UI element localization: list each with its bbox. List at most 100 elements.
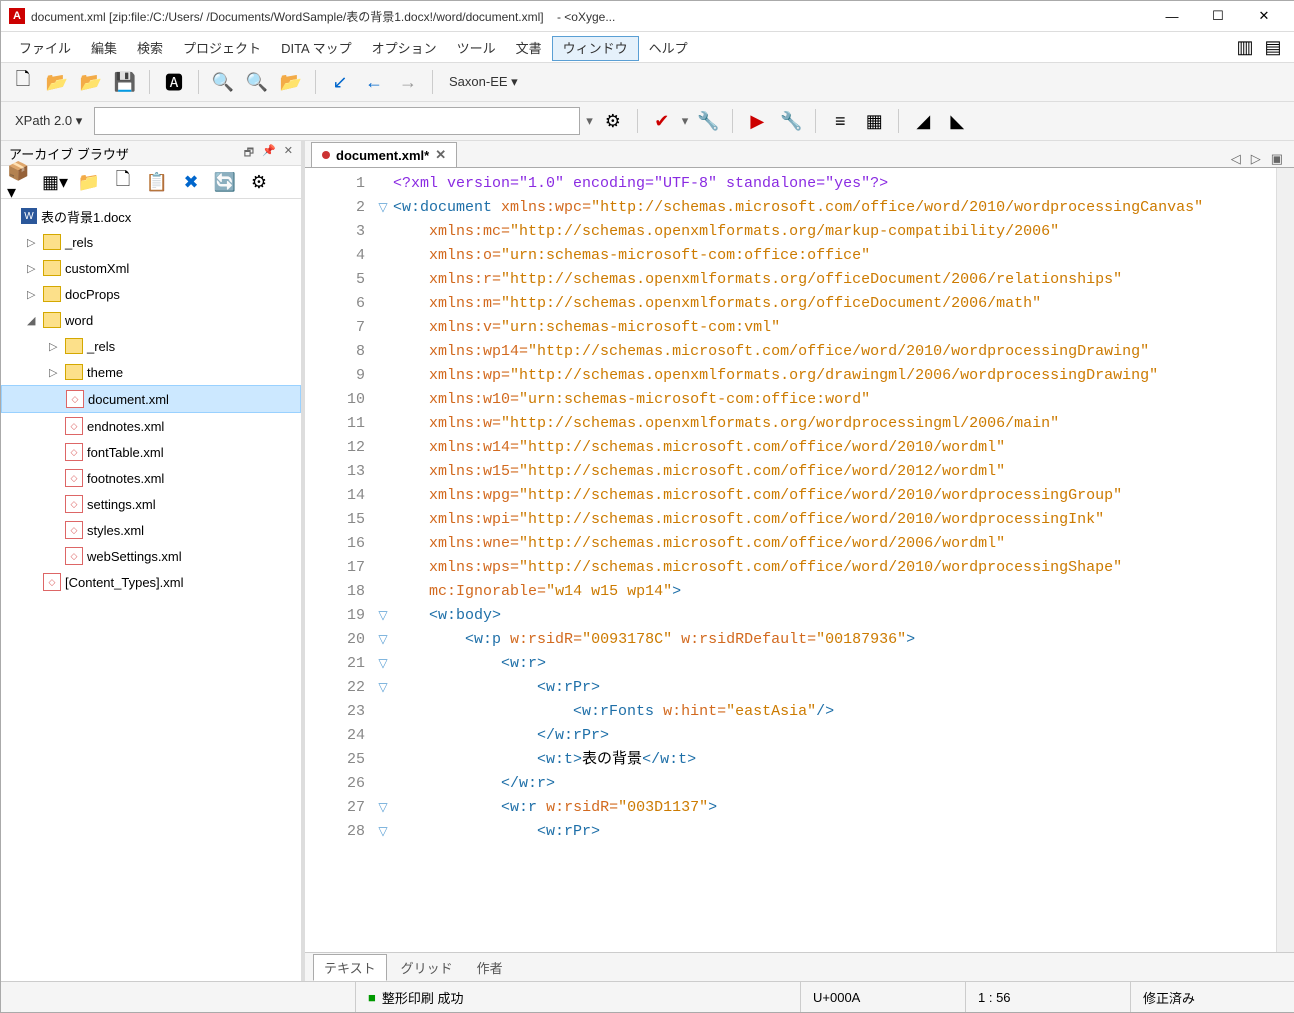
tree-item[interactable]: ◇footnotes.xml xyxy=(1,465,301,491)
editor-tabs: document.xml* ✕ ◁ ▷ ▣ xyxy=(305,141,1294,168)
menubar: ファイル編集検索プロジェクトDITA マップオプションツール文書ウィンドウヘルプ… xyxy=(1,32,1294,63)
new-folder-icon[interactable]: 📁 xyxy=(75,168,103,196)
format-icon[interactable]: ▦ xyxy=(860,107,888,135)
folder-icon xyxy=(43,312,61,328)
tree-item[interactable]: ◇styles.xml xyxy=(1,517,301,543)
validate-icon[interactable]: 🅰 xyxy=(160,68,188,96)
search-icon[interactable]: 🔍 xyxy=(209,68,237,96)
tree-item[interactable]: ◇settings.xml xyxy=(1,491,301,517)
menu-ウィンドウ[interactable]: ウィンドウ xyxy=(552,36,639,61)
content-area: アーカイブ ブラウザ 🗗 📌 ✕ 📦▾ ▦▾ 📁 🗋 📋 ✖ 🔄 ⚙ W表の背景… xyxy=(1,141,1294,981)
menu-オプション[interactable]: オプション xyxy=(362,37,447,60)
app-window: A document.xml [zip:file:/C:/Users/ /Doc… xyxy=(0,0,1294,1013)
open-folder-icon[interactable]: 📂 xyxy=(277,68,305,96)
new-file-icon[interactable]: 🗋 xyxy=(9,68,37,96)
menu-ツール[interactable]: ツール xyxy=(447,37,506,60)
xml-file-icon: ◇ xyxy=(65,495,83,513)
new-entry-icon[interactable]: 🗋 xyxy=(109,168,137,196)
menu-ファイル[interactable]: ファイル xyxy=(9,37,81,60)
window-title: document.xml [zip:file:/C:/Users/ /Docum… xyxy=(31,8,1149,25)
menu-文書[interactable]: 文書 xyxy=(506,37,552,60)
tree-item[interactable]: ▷customXml xyxy=(1,255,301,281)
minimize-button[interactable]: — xyxy=(1149,1,1195,31)
line-gutter: 1234567891011121314151617181920212223242… xyxy=(305,168,373,952)
close-button[interactable]: ✕ xyxy=(1241,1,1287,31)
xpath-input[interactable] xyxy=(94,107,580,135)
check-icon[interactable]: ✔ xyxy=(648,107,676,135)
file-tree[interactable]: W表の背景1.docx▷_rels▷customXml▷docProps◢wor… xyxy=(1,199,301,981)
tab-prev-icon[interactable]: ◁ xyxy=(1231,151,1241,167)
pin-icon[interactable]: 📌 xyxy=(262,144,276,163)
external-tool-icon[interactable]: ↙ xyxy=(326,68,354,96)
wrench-icon[interactable]: 🔧 xyxy=(694,107,722,135)
tree-item[interactable]: ◇[Content_Types].xml xyxy=(1,569,301,595)
forward-icon[interactable]: → xyxy=(394,68,422,96)
app-icon: A xyxy=(9,8,25,24)
maximize-button[interactable]: ☐ xyxy=(1195,1,1241,31)
vertical-scrollbar[interactable] xyxy=(1276,168,1294,952)
tree-item[interactable]: ▷_rels xyxy=(1,333,301,359)
view-tab-テキスト[interactable]: テキスト xyxy=(313,954,387,981)
perspective-icon[interactable]: ▥ xyxy=(1231,33,1259,61)
tab-next-icon[interactable]: ▷ xyxy=(1251,151,1261,167)
run-icon[interactable]: ▶ xyxy=(743,107,771,135)
menu-編集[interactable]: 編集 xyxy=(81,37,127,60)
tree-item[interactable]: ◇endnotes.xml xyxy=(1,413,301,439)
archive-add-icon[interactable]: ▦▾ xyxy=(41,168,69,196)
tree-item[interactable]: ◇document.xml xyxy=(1,385,301,413)
restore-icon[interactable]: 🗗 xyxy=(244,144,254,163)
menu-ヘルプ[interactable]: ヘルプ xyxy=(639,37,698,60)
refresh-icon[interactable]: 🔄 xyxy=(211,168,239,196)
tree-item[interactable]: ▷docProps xyxy=(1,281,301,307)
folder-icon xyxy=(65,338,83,354)
save-icon[interactable]: 💾 xyxy=(111,68,139,96)
tab-close-icon[interactable]: ✕ xyxy=(435,147,446,163)
folder-icon xyxy=(43,286,61,302)
tool2-icon[interactable]: ◣ xyxy=(943,107,971,135)
fold-column[interactable]: ▽▽▽▽▽▽▽ xyxy=(373,168,393,952)
tab-document-xml[interactable]: document.xml* ✕ xyxy=(311,142,457,167)
delete-icon[interactable]: ✖ xyxy=(177,168,205,196)
xpath-toolbar: XPath 2.0 ▾ ▾ ⚙ ✔ ▾ 🔧 ▶ 🔧 ≡ ▦ ◢ ◣ xyxy=(1,102,1294,141)
menu-検索[interactable]: 検索 xyxy=(127,37,173,60)
menu-DITA マップ[interactable]: DITA マップ xyxy=(271,37,362,60)
transformer-select[interactable]: Saxon-EE ▾ xyxy=(443,74,524,90)
code-editor[interactable]: 1234567891011121314151617181920212223242… xyxy=(305,168,1294,952)
tree-item[interactable]: W表の背景1.docx xyxy=(1,203,301,229)
tree-item[interactable]: ▷theme xyxy=(1,359,301,385)
editor-area: document.xml* ✕ ◁ ▷ ▣ 123456789101112131… xyxy=(305,141,1294,981)
tree-item[interactable]: ◇webSettings.xml xyxy=(1,543,301,569)
find-replace-icon[interactable]: 🔍 xyxy=(243,68,271,96)
open-url-icon[interactable]: 📂 xyxy=(77,68,105,96)
tab-list-icon[interactable]: ▣ xyxy=(1271,151,1283,167)
titlebar: A document.xml [zip:file:/C:/Users/ /Doc… xyxy=(1,1,1294,32)
archive-open-icon[interactable]: 📦▾ xyxy=(7,168,35,196)
view-tab-作者[interactable]: 作者 xyxy=(467,955,513,980)
word-icon: W xyxy=(21,208,37,224)
folder-icon xyxy=(65,364,83,380)
tree-item[interactable]: ◇fontTable.xml xyxy=(1,439,301,465)
xml-file-icon: ◇ xyxy=(65,521,83,539)
perspective2-icon[interactable]: ▤ xyxy=(1259,33,1287,61)
panel-close-icon[interactable]: ✕ xyxy=(284,144,293,163)
tool1-icon[interactable]: ◢ xyxy=(909,107,937,135)
settings-icon[interactable]: ⚙ xyxy=(245,168,273,196)
code-content[interactable]: <?xml version="1.0" encoding="UTF-8" sta… xyxy=(393,168,1276,952)
tree-item[interactable]: ▷_rels xyxy=(1,229,301,255)
view-tabs: テキストグリッド作者 xyxy=(305,952,1294,981)
gear-icon[interactable]: ⚙ xyxy=(599,107,627,135)
menu-プロジェクト[interactable]: プロジェクト xyxy=(173,37,271,60)
indent-icon[interactable]: ≡ xyxy=(826,107,854,135)
xml-file-icon: ◇ xyxy=(65,417,83,435)
folder-icon xyxy=(43,260,61,276)
copy-icon[interactable]: 📋 xyxy=(143,168,171,196)
debug-icon[interactable]: 🔧 xyxy=(777,107,805,135)
xml-file-icon: ◇ xyxy=(65,469,83,487)
folder-icon xyxy=(43,234,61,250)
view-tab-グリッド[interactable]: グリッド xyxy=(391,955,463,980)
open-icon[interactable]: 📂 xyxy=(43,68,71,96)
tree-item[interactable]: ◢word xyxy=(1,307,301,333)
main-toolbar: 🗋 📂 📂 💾 🅰 🔍 🔍 📂 ↙ ← → Saxon-EE ▾ xyxy=(1,63,1294,102)
back-icon[interactable]: ← xyxy=(360,68,388,96)
sidebar-toolbar: 📦▾ ▦▾ 📁 🗋 📋 ✖ 🔄 ⚙ xyxy=(1,166,301,199)
